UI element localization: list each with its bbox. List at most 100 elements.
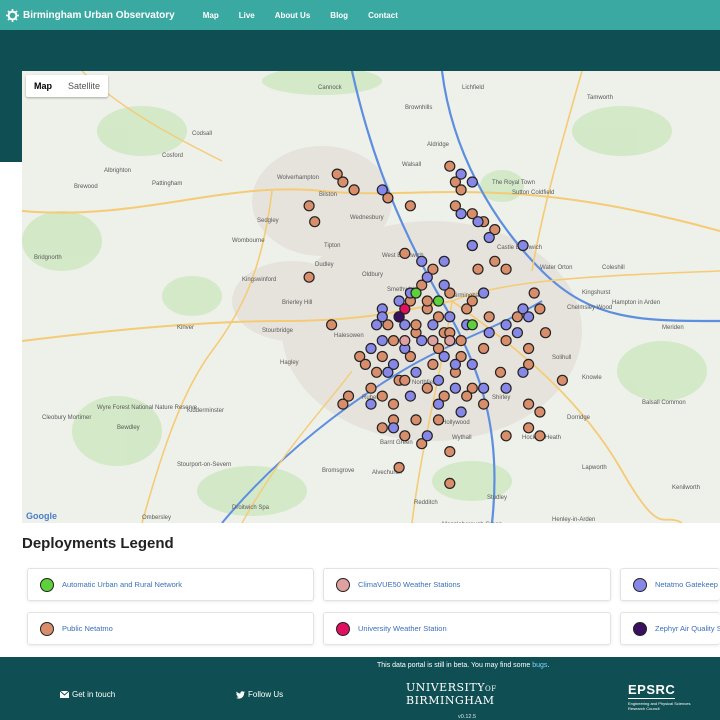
legend-item-aurn[interactable]: Automatic Urban and Rural Network [27,568,314,601]
map-marker[interactable] [523,311,535,323]
map-marker[interactable] [421,430,433,442]
map-marker[interactable] [455,208,467,220]
map-marker[interactable] [399,374,411,386]
map-marker[interactable] [534,406,546,418]
map-marker[interactable] [483,311,495,323]
follow-us-link[interactable]: Follow Us [236,690,283,699]
map-marker[interactable] [444,335,456,347]
map-marker[interactable] [376,335,388,347]
legend-item-public-netatmo[interactable]: Public Netatmo [27,612,314,645]
map-marker[interactable] [500,430,512,442]
map-marker[interactable] [387,335,400,347]
map-marker[interactable] [382,366,394,378]
map-marker[interactable] [466,358,478,370]
map-marker[interactable] [432,374,445,386]
nav-link-map[interactable]: Map [203,11,219,20]
map-marker[interactable] [399,247,411,259]
map-marker[interactable] [399,335,411,347]
map-marker[interactable] [337,176,349,188]
legend-item-climavue[interactable]: ClimaVUE50 Weather Stations [323,568,611,601]
map-marker[interactable] [455,335,467,347]
map-marker[interactable] [523,342,535,355]
map-marker[interactable] [556,374,569,386]
legend-item-netatmo-gatekeeper[interactable]: Netatmo Gatekeep [620,568,720,601]
map-marker[interactable] [483,231,495,244]
map-marker[interactable] [371,366,383,378]
bugs-link[interactable]: bugs [532,662,547,669]
map-marker[interactable] [517,366,529,378]
map-marker[interactable] [449,358,461,370]
map-marker[interactable] [438,350,450,363]
map-marker[interactable] [478,342,490,355]
map-marker[interactable] [421,271,433,283]
legend-item-zephyr[interactable]: Zephyr Air Quality S [620,612,720,645]
map-marker[interactable] [500,319,512,331]
map-marker[interactable] [359,358,371,370]
map-marker[interactable] [444,477,456,489]
map-marker[interactable] [534,303,546,315]
map-marker[interactable] [500,263,512,275]
map-marker[interactable] [483,327,495,339]
nav-link-blog[interactable]: Blog [330,11,348,20]
map-marker[interactable] [466,319,478,331]
map-marker[interactable] [348,184,360,196]
map-marker[interactable] [449,382,461,394]
map-marker[interactable] [309,216,321,228]
map-marker[interactable] [517,239,529,252]
map-marker[interactable] [432,414,445,426]
map-marker[interactable] [399,430,411,442]
map-marker[interactable] [472,263,484,275]
map-marker[interactable] [478,287,490,299]
map-marker[interactable] [416,335,428,347]
map-marker[interactable] [466,239,478,252]
map-canvas[interactable]: BrewoodCosfordShifnalWolverhamptonPattin… [22,71,720,523]
deployment-map[interactable]: BrewoodCosfordShifnalWolverhamptonPattin… [22,71,720,523]
map-marker[interactable] [500,382,512,394]
nav-link-live[interactable]: Live [239,11,255,20]
map-marker[interactable] [365,342,377,355]
map-marker[interactable] [523,422,535,434]
map-marker[interactable] [427,358,439,370]
map-marker[interactable] [455,168,467,180]
map-marker[interactable] [489,255,501,267]
map-marker[interactable] [326,319,338,331]
map-marker[interactable] [365,398,377,410]
map-type-satellite-button[interactable]: Satellite [60,75,108,97]
epsrc-logo[interactable]: EPSRC Engineering and Physical Sciences … [628,681,698,711]
map-marker[interactable] [376,390,388,402]
map-marker[interactable] [376,350,388,363]
map-marker[interactable] [410,414,422,426]
map-marker[interactable] [478,398,490,410]
map-marker[interactable] [393,311,405,323]
map-marker[interactable] [393,461,405,474]
map-marker[interactable] [523,398,535,410]
map-marker[interactable] [365,382,377,394]
map-marker[interactable] [528,287,540,299]
map-marker[interactable] [539,327,552,339]
map-marker[interactable] [387,422,400,434]
map-marker[interactable] [534,430,546,442]
map-marker[interactable] [421,295,433,307]
map-marker[interactable] [444,446,456,458]
map-marker[interactable] [444,311,456,323]
map-marker[interactable] [461,390,473,402]
map-marker[interactable] [404,200,416,212]
map-marker[interactable] [466,176,478,188]
map-marker[interactable] [376,184,388,196]
map-marker[interactable] [427,335,439,347]
map-marker[interactable] [466,295,478,307]
nav-link-about-us[interactable]: About Us [275,11,311,20]
get-in-touch-link[interactable]: Get in touch [60,690,115,699]
map-marker[interactable] [455,184,467,196]
map-marker[interactable] [500,335,512,347]
map-marker[interactable] [432,295,445,307]
map-marker[interactable] [432,398,445,410]
map-marker[interactable] [410,287,422,299]
map-marker[interactable] [421,382,433,394]
map-marker[interactable] [478,382,490,394]
map-marker[interactable] [387,398,400,410]
map-marker[interactable] [303,271,315,283]
university-of-birmingham-logo[interactable]: UNIVERSITYOF BIRMINGHAM [406,682,497,707]
map-type-map-button[interactable]: Map [26,75,60,97]
map-marker[interactable] [410,366,422,378]
